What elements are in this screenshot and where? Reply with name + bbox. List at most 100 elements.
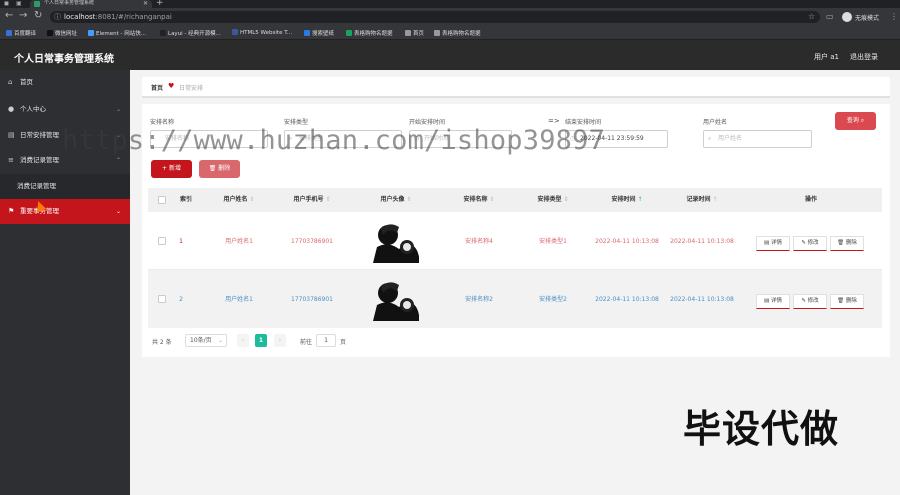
select-all-checkbox[interactable] <box>158 196 166 204</box>
row-checkbox[interactable] <box>158 295 166 303</box>
chevron-right-icon: › <box>278 337 282 344</box>
pagination-total: 共 2 条 <box>152 339 172 346</box>
add-button[interactable]: + 新增 <box>151 160 192 178</box>
row-phone: 17703786901 <box>291 295 333 303</box>
sidebar-item-label: 消费记录管理 <box>17 182 56 190</box>
bookmark-label: Element - 网站快... <box>96 31 146 37</box>
tab-search-icon[interactable]: ▣ <box>16 0 24 8</box>
bookmark-favicon-icon <box>88 30 94 36</box>
document-icon: ▤ <box>764 298 770 304</box>
bookmark-item[interactable]: 表格购物名题据 <box>346 29 393 37</box>
goto-page-value: 1 <box>324 337 328 344</box>
next-page-button[interactable]: › <box>274 334 286 347</box>
current-user: 用户 a1 <box>814 53 839 61</box>
bookmark-item[interactable]: Layui - 经典开源模... <box>160 29 221 37</box>
browser-menu-icon[interactable]: ◼ <box>4 0 12 8</box>
edit-icon: ✎ <box>801 298 806 304</box>
bookmark-item[interactable]: Element - 网站快... <box>88 29 146 37</box>
profile-avatar[interactable] <box>842 12 852 22</box>
site-info-icon[interactable]: ⓘ <box>54 11 61 23</box>
edit-button[interactable]: ✎ 修改 <box>793 294 827 309</box>
col-avatar-label: 用户头像 <box>380 196 405 203</box>
col-plan-type[interactable]: 安排类型 ⇕ <box>517 188 589 212</box>
edit-button[interactable]: ✎ 修改 <box>793 236 827 251</box>
bookmark-favicon-icon <box>346 30 352 36</box>
new-tab-icon[interactable]: + <box>156 0 164 8</box>
chevron-left-icon: ‹ <box>241 337 245 344</box>
sort-icon: ⇕ <box>249 196 255 203</box>
sort-icon: ⇕ <box>406 196 412 203</box>
col-user-name[interactable]: 用户姓名 ⇕ <box>203 188 275 212</box>
extension-icon[interactable]: ▭ <box>826 12 834 21</box>
breadcrumb: 首页 ♥ 日常安排 <box>142 77 890 98</box>
breadcrumb-home[interactable]: 首页 <box>151 83 163 92</box>
chevron-down-icon: ⌄ <box>115 106 121 113</box>
sidebar-item-important[interactable]: ⚑ 重要事务管理 ⌄ <box>0 199 130 224</box>
logout-link[interactable]: 退出登录 <box>850 52 878 62</box>
chevron-down-icon: ⌄ <box>115 208 121 215</box>
bookmark-star-icon[interactable]: ☆ <box>808 12 815 21</box>
range-arrow: => <box>548 117 560 125</box>
row-checkbox[interactable] <box>158 237 166 245</box>
search-button[interactable]: 查询 ⌕ <box>835 112 876 130</box>
url-path: :8081/#/richanganpai <box>95 13 172 21</box>
sort-icon: ↑ <box>637 196 643 203</box>
delete-button[interactable]: 🗑 删除 <box>830 294 864 309</box>
add-button-label: 新增 <box>168 165 181 172</box>
col-avatar[interactable]: 用户头像 ⇕ <box>350 188 442 212</box>
bookmark-favicon-icon <box>232 29 238 35</box>
goto-page-input[interactable]: 1 <box>316 334 336 347</box>
col-record-time[interactable]: 记录时间 ↑ <box>665 188 739 212</box>
bookmark-item[interactable]: 百度翻译 <box>6 29 36 37</box>
list-icon: ≡ <box>8 156 14 164</box>
sidebar-item-home[interactable]: ⌂ 首页 <box>0 70 130 95</box>
bookmark-label: 表格购物名题据 <box>354 31 393 37</box>
forward-icon[interactable]: → <box>19 10 27 21</box>
bookmark-favicon-icon <box>47 30 53 36</box>
col-plan-name[interactable]: 安排名称 ⇕ <box>442 188 516 212</box>
reload-icon[interactable]: ↻ <box>34 10 42 21</box>
delete-label: 删除 <box>845 240 857 246</box>
bookmark-favicon-icon <box>405 30 411 36</box>
bookmark-item[interactable]: 表格购物名题据 <box>434 29 481 37</box>
delete-button-label: 删除 <box>218 165 231 172</box>
col-phone[interactable]: 用户手机号 ⇕ <box>276 188 348 212</box>
sort-icon: ⇕ <box>325 196 331 203</box>
sidebar-subitem-expenses[interactable]: 消费记录管理 <box>0 174 130 199</box>
detail-button[interactable]: ▤ 详情 <box>756 236 790 251</box>
browser-tab[interactable]: 个人日常事务管理系统 ✕ <box>30 0 152 8</box>
row-plan-type: 安排类型1 <box>539 237 567 245</box>
browser-toolbar: ← → ↻ ⓘ localhost:8081/#/richanganpai ☆ … <box>0 8 900 26</box>
prev-page-button[interactable]: ‹ <box>237 334 249 347</box>
user-name-input[interactable]: ⌕ 用户姓名 <box>703 130 812 148</box>
col-plan-time[interactable]: 安排时间 ↑ <box>590 188 664 212</box>
batch-delete-button[interactable]: 🗑 删除 <box>199 160 240 178</box>
bookmark-favicon-icon <box>304 30 310 36</box>
home-icon: ⌂ <box>8 78 13 86</box>
row-phone: 17703786901 <box>291 237 333 245</box>
sidebar-item-profile[interactable]: ● 个人中心 ⌄ <box>0 97 130 122</box>
detail-button[interactable]: ▤ 详情 <box>756 294 790 309</box>
goto-label: 前往 <box>300 339 313 346</box>
avatar-portrait-icon <box>373 275 419 321</box>
browser-menu-dots-icon[interactable]: ⋮ <box>890 12 898 21</box>
delete-button[interactable]: 🗑 删除 <box>830 236 864 251</box>
back-icon[interactable]: ← <box>5 10 13 21</box>
bookmark-item[interactable]: 首页 <box>405 29 424 37</box>
page-button-current[interactable]: 1 <box>255 334 267 347</box>
col-plan-time-label: 安排时间 <box>611 196 636 203</box>
address-bar[interactable]: ⓘ localhost:8081/#/richanganpai <box>50 11 820 23</box>
search-button-label: 查询 <box>846 117 859 124</box>
table-header: 索引 用户姓名 ⇕ 用户手机号 ⇕ 用户头像 ⇕ 安排名称 ⇕ 安排类型 ⇕ 安排时间 ↑ … <box>148 188 882 212</box>
col-plan-type-label: 安排类型 <box>537 196 562 203</box>
bookmark-label: 搜索壁纸 <box>312 31 335 37</box>
bookmark-item[interactable]: 微信网址 <box>47 29 77 37</box>
close-tab-icon[interactable]: ✕ <box>143 0 148 7</box>
table-row: 2 用户姓名1 17703786901 安排名称2 安排类型2 2022-04-… <box>148 270 882 328</box>
col-index: 索引 <box>179 196 192 203</box>
bookmark-item[interactable]: 搜索壁纸 <box>304 29 334 37</box>
page-size-select[interactable]: 10条/页 ⌄ <box>185 334 227 347</box>
bookmark-item[interactable]: HTML5 Website T... <box>232 29 292 36</box>
row-plan-time: 2022-04-11 10:13:08 <box>595 237 659 245</box>
plus-icon: + <box>162 165 168 172</box>
